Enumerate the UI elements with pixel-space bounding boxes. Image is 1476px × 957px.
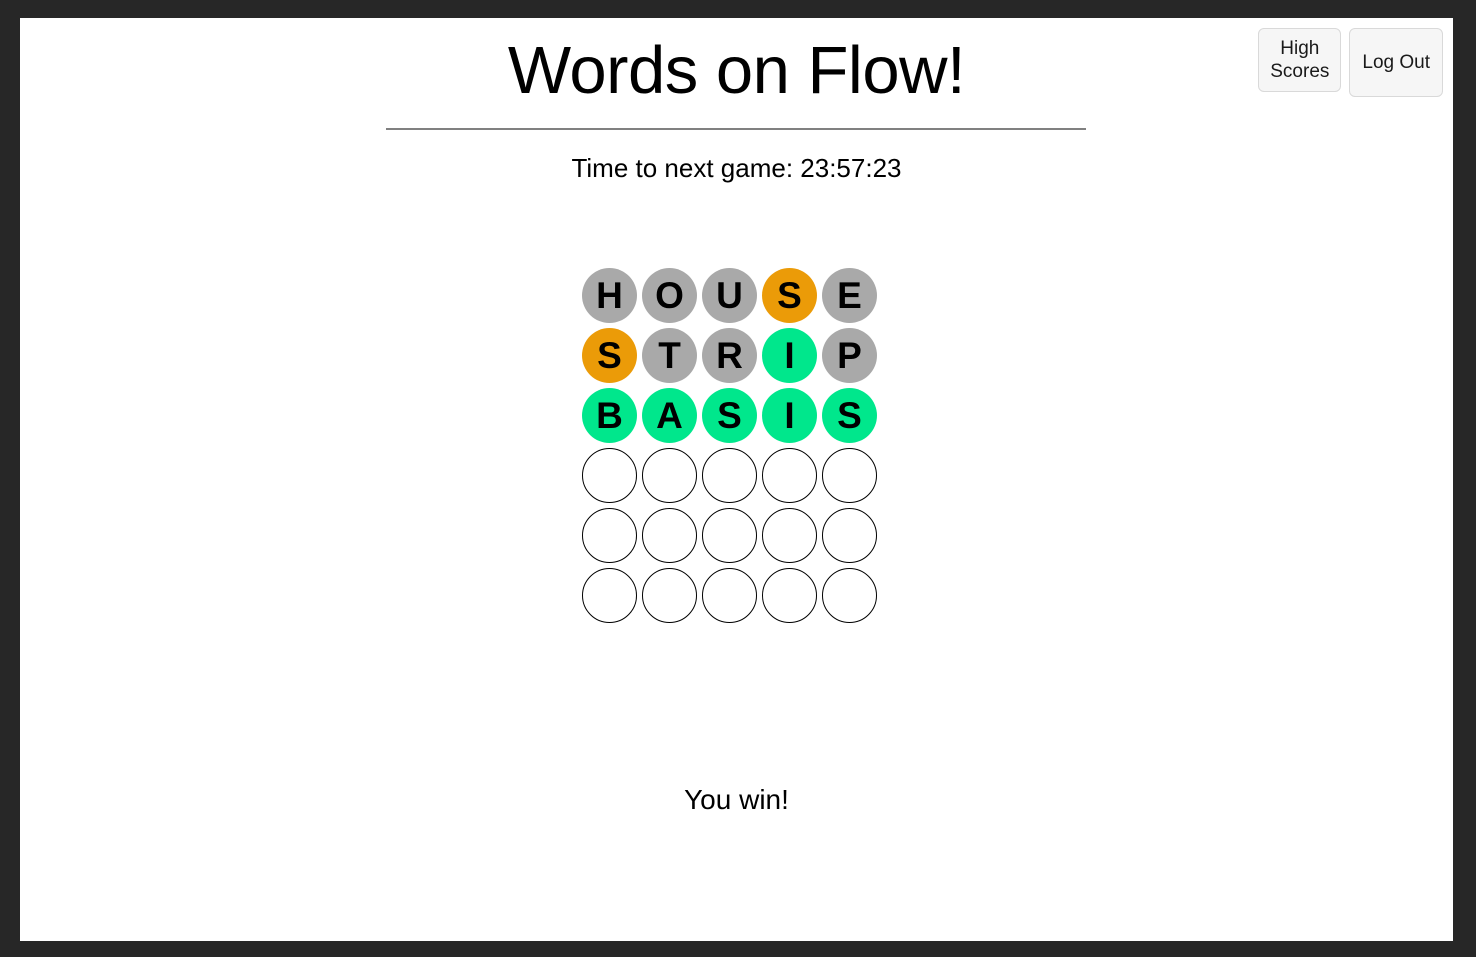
letter-tile: P [822,328,877,383]
letter-tile: I [762,388,817,443]
result-message: You win! [684,784,789,815]
letter-tile [642,568,697,623]
title-divider [386,128,1086,130]
high-scores-button[interactable]: High Scores [1258,28,1342,92]
letter-tile [822,508,877,563]
letter-tile: S [582,328,637,383]
letter-tile: T [642,328,697,383]
log-out-button[interactable]: Log Out [1349,28,1443,97]
letter-tile [702,508,757,563]
letter-tile [822,448,877,503]
header-actions: High Scores Log Out [1258,28,1443,97]
letter-tile: S [822,388,877,443]
letter-tile [762,508,817,563]
letter-tile: A [642,388,697,443]
letter-tile: O [642,268,697,323]
letter-tile [642,508,697,563]
letter-tile: I [762,328,817,383]
letter-tile [582,508,637,563]
header: Words on Flow! High Scores Log Out [20,18,1453,130]
letter-tile [822,568,877,623]
next-game-timer: Time to next game: 23:57:23 [571,153,902,183]
board-row [582,568,877,623]
board-container: HOUSESTRIPBASIS [20,268,1453,623]
board-row [582,448,877,503]
board-row [582,508,877,563]
letter-tile: H [582,268,637,323]
board-row: STRIP [582,328,877,383]
letter-tile: E [822,268,877,323]
letter-tile: S [702,388,757,443]
letter-tile: R [702,328,757,383]
page-title: Words on Flow! [507,33,966,108]
letter-tile [762,448,817,503]
letter-board: HOUSESTRIPBASIS [582,268,877,623]
letter-tile [702,448,757,503]
letter-tile [582,448,637,503]
board-row: HOUSE [582,268,877,323]
board-row: BASIS [582,388,877,443]
letter-tile: B [582,388,637,443]
letter-tile [702,568,757,623]
app-page: Words on Flow! High Scores Log Out Time … [20,18,1453,941]
letter-tile: U [702,268,757,323]
letter-tile [642,448,697,503]
letter-tile [762,568,817,623]
letter-tile: S [762,268,817,323]
letter-tile [582,568,637,623]
